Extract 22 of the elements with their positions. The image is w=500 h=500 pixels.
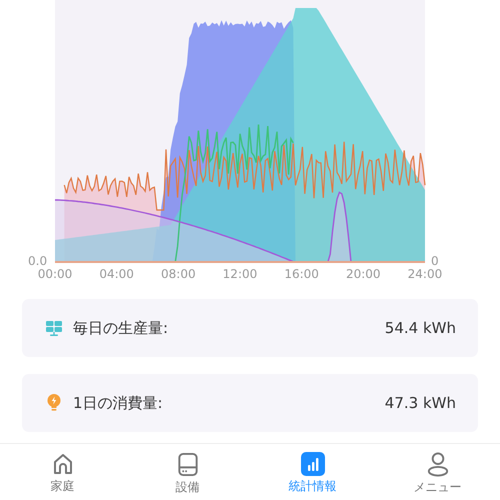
tab-button[interactable]: 統計情報: [250, 444, 375, 500]
axis-label: 20:00: [344, 267, 382, 281]
tab-button[interactable]: メニュー: [375, 444, 500, 500]
axis-label: 0.0: [28, 254, 48, 268]
stat-value: 54.4 kWh: [384, 319, 456, 337]
bar-chart-icon: [300, 452, 324, 476]
axis-label: 04:00: [98, 267, 135, 281]
axis-label: 12:00: [222, 267, 258, 281]
person-icon: [426, 452, 450, 477]
axis-label: 00:00: [36, 267, 74, 281]
stat-label: 1日の消費量:: [73, 394, 164, 412]
stat-label: 毎日の生産量:: [73, 318, 170, 338]
tab-button[interactable]: 家庭: [0, 444, 125, 500]
lightbulb-icon: [45, 393, 63, 413]
drive-icon: [176, 452, 200, 477]
axis-label: 24:00: [406, 267, 444, 281]
tab-button[interactable]: 設備: [125, 444, 250, 500]
stat-value: 47.3 kWh: [384, 394, 456, 412]
axis-label: 08:00: [160, 267, 197, 281]
axis-label: 0: [431, 254, 439, 268]
axis-label: 16:00: [283, 267, 320, 281]
solar-panel-icon: [45, 319, 63, 337]
